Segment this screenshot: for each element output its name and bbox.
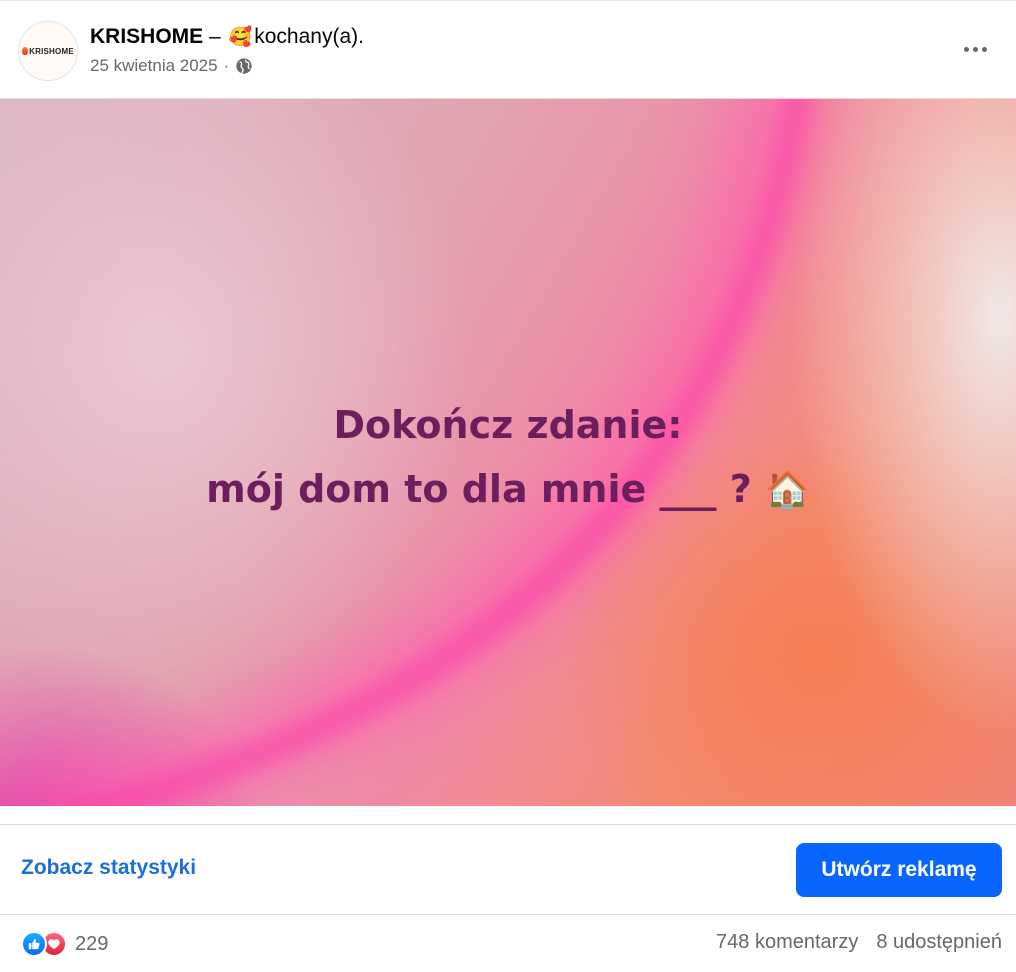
post-meta: 25 kwietnia 2025 ·	[90, 56, 253, 76]
reaction-count: 229	[75, 932, 109, 955]
separator: –	[209, 25, 221, 48]
logo-text: KRISHOME	[29, 46, 74, 56]
globe-icon[interactable]	[235, 57, 253, 75]
caption-line-2-text: mój dom to dla mnie ___ ?	[206, 467, 752, 511]
page-name-link[interactable]: KRISHOME	[90, 25, 203, 48]
flame-icon	[22, 47, 29, 55]
page-avatar[interactable]: KRISHOME	[18, 21, 78, 81]
caption-line-1: Dokończ zdanie:	[333, 403, 683, 447]
reactions-summary[interactable]: 229	[21, 930, 108, 958]
post-date-link[interactable]: 25 kwietnia 2025	[90, 56, 218, 76]
caption-line-2: mój dom to dla mnie ___ ? 🏠	[0, 457, 1016, 523]
post-image[interactable]: Dokończ zdanie: mój dom to dla mnie ___ …	[0, 98, 1016, 806]
divider	[0, 914, 1016, 915]
comments-count-link[interactable]: 748 komentarzy	[716, 931, 858, 954]
krishome-logo: KRISHOME	[22, 47, 74, 56]
smiling-hearts-emoji-icon: 🥰	[228, 27, 253, 48]
feeling-text: kochany(a).	[254, 25, 364, 48]
view-statistics-link[interactable]: Zobacz statystyki	[21, 856, 196, 880]
like-icon	[21, 931, 47, 957]
shares-count-link[interactable]: 8 udostępnień	[876, 931, 1002, 954]
image-caption: Dokończ zdanie: mój dom to dla mnie ___ …	[0, 393, 1016, 523]
dot	[981, 46, 987, 52]
divider	[0, 824, 1016, 825]
house-emoji-icon: 🏠	[765, 470, 810, 511]
engagement-stats: 748 komentarzy 8 udostępnień	[716, 931, 1002, 954]
post-header: KRISHOME KRISHOME – 🥰kochany(a). 25 kwie…	[0, 0, 1016, 98]
author-line: KRISHOME – 🥰kochany(a).	[90, 23, 364, 52]
create-ad-button[interactable]: Utwórz reklamę	[796, 843, 1002, 897]
dot	[972, 46, 978, 52]
meta-dot: ·	[223, 56, 230, 75]
more-options-icon[interactable]	[955, 34, 995, 64]
dot	[963, 46, 969, 52]
